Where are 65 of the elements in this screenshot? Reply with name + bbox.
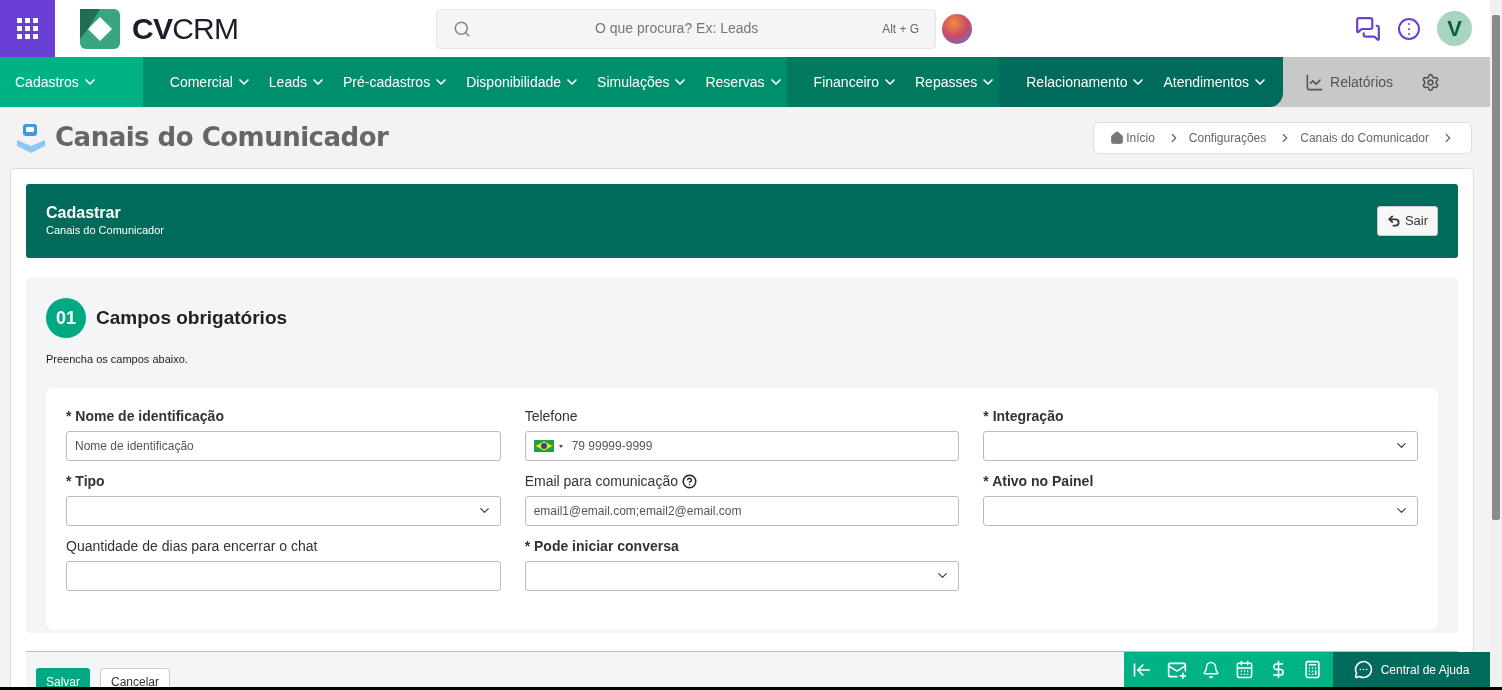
orb-icon[interactable] xyxy=(942,13,973,44)
field-label: * Nome de identificação xyxy=(66,406,224,426)
field-label: Telefone xyxy=(524,406,578,426)
nav-menu[interactable]: Relacionamento xyxy=(1026,71,1147,93)
nav-menu[interactable]: Disponibilidade xyxy=(466,71,581,93)
grid-icon xyxy=(16,17,39,40)
field-label: * Pode iniciar conversa xyxy=(524,536,679,556)
search-icon xyxy=(453,19,472,38)
logo[interactable]: CVCRM xyxy=(80,6,239,51)
reports-link[interactable]: Relatórios xyxy=(1305,71,1394,93)
nav-menu[interactable]: Repasses xyxy=(915,71,997,93)
exit-button[interactable]: Sair xyxy=(1376,206,1438,236)
calculator-icon[interactable] xyxy=(1303,660,1322,679)
section-title: Campos obrigatórios xyxy=(96,305,288,330)
nav-menu[interactable]: Atendimentos xyxy=(1163,71,1269,93)
field-label: * Ativo no Painel xyxy=(983,471,1094,491)
nav-menu[interactable]: Financeiro xyxy=(813,71,898,93)
home-icon xyxy=(1110,130,1125,145)
field-label: Quantidade de dias para encerrar o chat xyxy=(66,536,318,556)
search-field[interactable]: O que procura? Ex: Leads Alt + G xyxy=(436,8,937,49)
breadcrumb-link[interactable]: Configurações xyxy=(1188,128,1267,147)
cancel-button[interactable]: Cancelar xyxy=(100,668,171,689)
flag-icon[interactable] xyxy=(533,439,564,452)
select-field[interactable] xyxy=(983,495,1418,526)
help-icon[interactable] xyxy=(681,473,697,489)
breadcrumb-link[interactable]: Canais do Comunicador xyxy=(1300,128,1429,147)
save-button[interactable]: Salvar xyxy=(36,668,90,689)
field-label: * Tipo xyxy=(66,471,105,491)
nav-menu[interactable]: Pré-cadastros xyxy=(343,71,450,93)
phone-input[interactable]: 79 99999-9999 xyxy=(571,436,951,455)
nav-menu[interactable]: Simulações xyxy=(597,71,689,93)
banner-title: Cadastrar xyxy=(46,203,122,222)
page-title: Canais do Comunicador xyxy=(55,121,389,154)
phone-field[interactable]: 79 99999-9999 xyxy=(524,430,960,461)
search-input[interactable]: O que procura? Ex: Leads xyxy=(471,18,883,39)
logo-icon xyxy=(80,8,120,49)
more-icon[interactable] xyxy=(1397,16,1421,41)
chat-book-icon xyxy=(15,121,47,154)
section-hint: Preencha os campos abaixo. xyxy=(46,352,189,367)
input-field[interactable]: email1@email.com;email2@email.com xyxy=(524,495,960,526)
shortcut-hint: Alt + G xyxy=(882,20,920,38)
banner-subtitle: Canais do Comunicador xyxy=(46,222,164,238)
select-field[interactable] xyxy=(66,495,501,526)
chat-icon[interactable] xyxy=(1355,15,1381,42)
nav-menu[interactable]: Reservas xyxy=(705,71,784,93)
nav-menu[interactable]: Leads xyxy=(268,71,326,93)
bell-icon[interactable] xyxy=(1202,660,1220,679)
apps-button[interactable] xyxy=(0,0,55,57)
chart-icon xyxy=(1305,72,1325,92)
nav-menu[interactable]: Cadastros xyxy=(15,71,98,93)
field-label: Email para comunicação xyxy=(524,471,678,491)
settings-icon[interactable] xyxy=(1421,72,1441,92)
help-center-button[interactable]: Central de Ajuda xyxy=(1333,652,1490,687)
breadcrumb-link[interactable]: Início xyxy=(1126,128,1155,147)
user-avatar[interactable]: V xyxy=(1437,11,1472,46)
nav-menu[interactable]: Comercial xyxy=(169,71,252,93)
back-arrow-icon xyxy=(1386,214,1401,228)
select-field[interactable] xyxy=(983,430,1418,461)
field-label: * Integração xyxy=(983,406,1064,426)
calendar-icon[interactable] xyxy=(1235,660,1254,679)
chat-bubble-icon xyxy=(1353,660,1373,679)
select-field[interactable] xyxy=(524,560,960,591)
step-number: 01 xyxy=(46,298,86,338)
input-field[interactable] xyxy=(66,560,501,591)
input-field[interactable]: Nome de identificação xyxy=(66,430,501,461)
